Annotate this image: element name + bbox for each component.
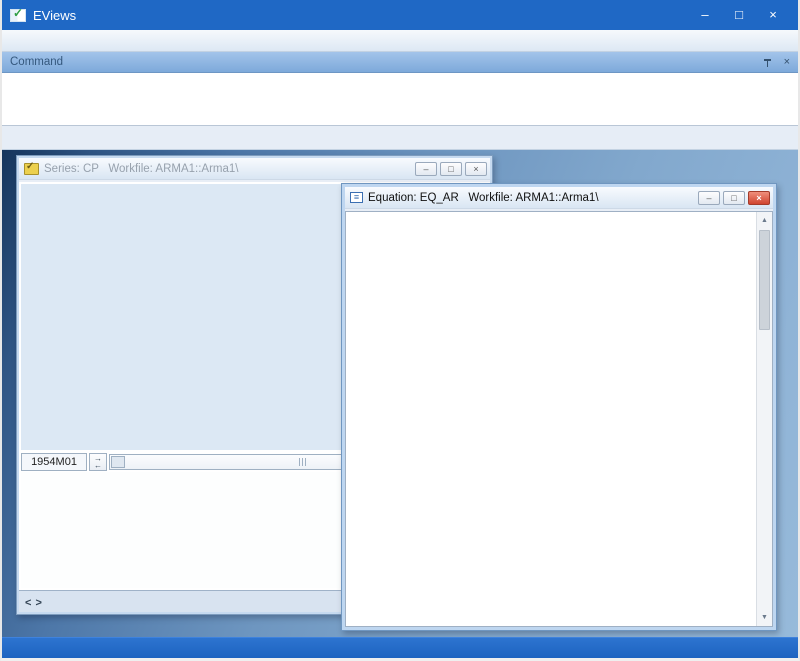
scrollbar-grip[interactable] [298, 458, 308, 466]
command-input[interactable] [2, 73, 798, 126]
window-title: EViews [33, 7, 77, 23]
equation-maximize-icon[interactable]: □ [723, 190, 745, 205]
command-pane-title: Command [10, 56, 64, 68]
left-arrow-icon: ← [94, 461, 102, 470]
equation-window-title: Equation: EQ_AR Workfile: ARMA1::Arma1\ [368, 191, 599, 204]
series-close-icon[interactable]: × [465, 161, 487, 176]
vertical-scrollbar-thumb[interactable] [759, 230, 770, 330]
workspace: Series: CP Workfile: ARMA1::Arma1\ – □ ×… [2, 150, 798, 637]
command-pane-header[interactable]: Command × [2, 52, 798, 73]
sample-start-label: 1954M01 [21, 453, 87, 471]
window-titlebar[interactable]: EViews – □ × [2, 0, 798, 30]
scroll-down-icon[interactable]: ▼ [757, 610, 772, 625]
scroll-up-icon[interactable]: ▲ [757, 213, 772, 228]
menu-bar [2, 30, 798, 52]
series-icon [24, 161, 39, 175]
vertical-scrollbar[interactable]: ▲ ▼ [756, 212, 772, 626]
scroll-transfer-button[interactable]: → ← [89, 453, 107, 471]
dock-tab-bar [2, 126, 798, 150]
scrollbar-thumb[interactable] [111, 456, 125, 468]
equation-close-icon[interactable]: × [748, 190, 770, 205]
close-icon[interactable]: × [756, 0, 790, 30]
equation-icon: ≡ [350, 192, 363, 203]
eviews-window: EViews – □ × Command × Series: CP Workfi… [0, 0, 800, 661]
command-close-icon[interactable]: × [784, 56, 790, 67]
series-maximize-icon[interactable]: □ [440, 161, 462, 176]
series-window-title: Series: CP Workfile: ARMA1::Arma1\ [44, 162, 239, 175]
equation-minimize-icon[interactable]: – [698, 190, 720, 205]
eviews-logo-icon [10, 6, 26, 22]
pin-icon[interactable] [763, 58, 772, 67]
series-minimize-icon[interactable]: – [415, 161, 437, 176]
status-bar [2, 637, 798, 658]
equation-output: ▲ ▼ [345, 211, 773, 627]
equation-output-text [346, 212, 756, 626]
maximize-icon[interactable]: □ [722, 0, 756, 30]
equation-window-titlebar[interactable]: ≡ Equation: EQ_AR Workfile: ARMA1::Arma1… [345, 187, 773, 208]
minimize-icon[interactable]: – [688, 0, 722, 30]
window-controls: – □ × [688, 0, 790, 30]
series-window-titlebar[interactable]: Series: CP Workfile: ARMA1::Arma1\ – □ × [19, 158, 490, 179]
equation-window: ≡ Equation: EQ_AR Workfile: ARMA1::Arma1… [341, 183, 777, 631]
page-tab-arrows[interactable]: <> [23, 597, 52, 612]
